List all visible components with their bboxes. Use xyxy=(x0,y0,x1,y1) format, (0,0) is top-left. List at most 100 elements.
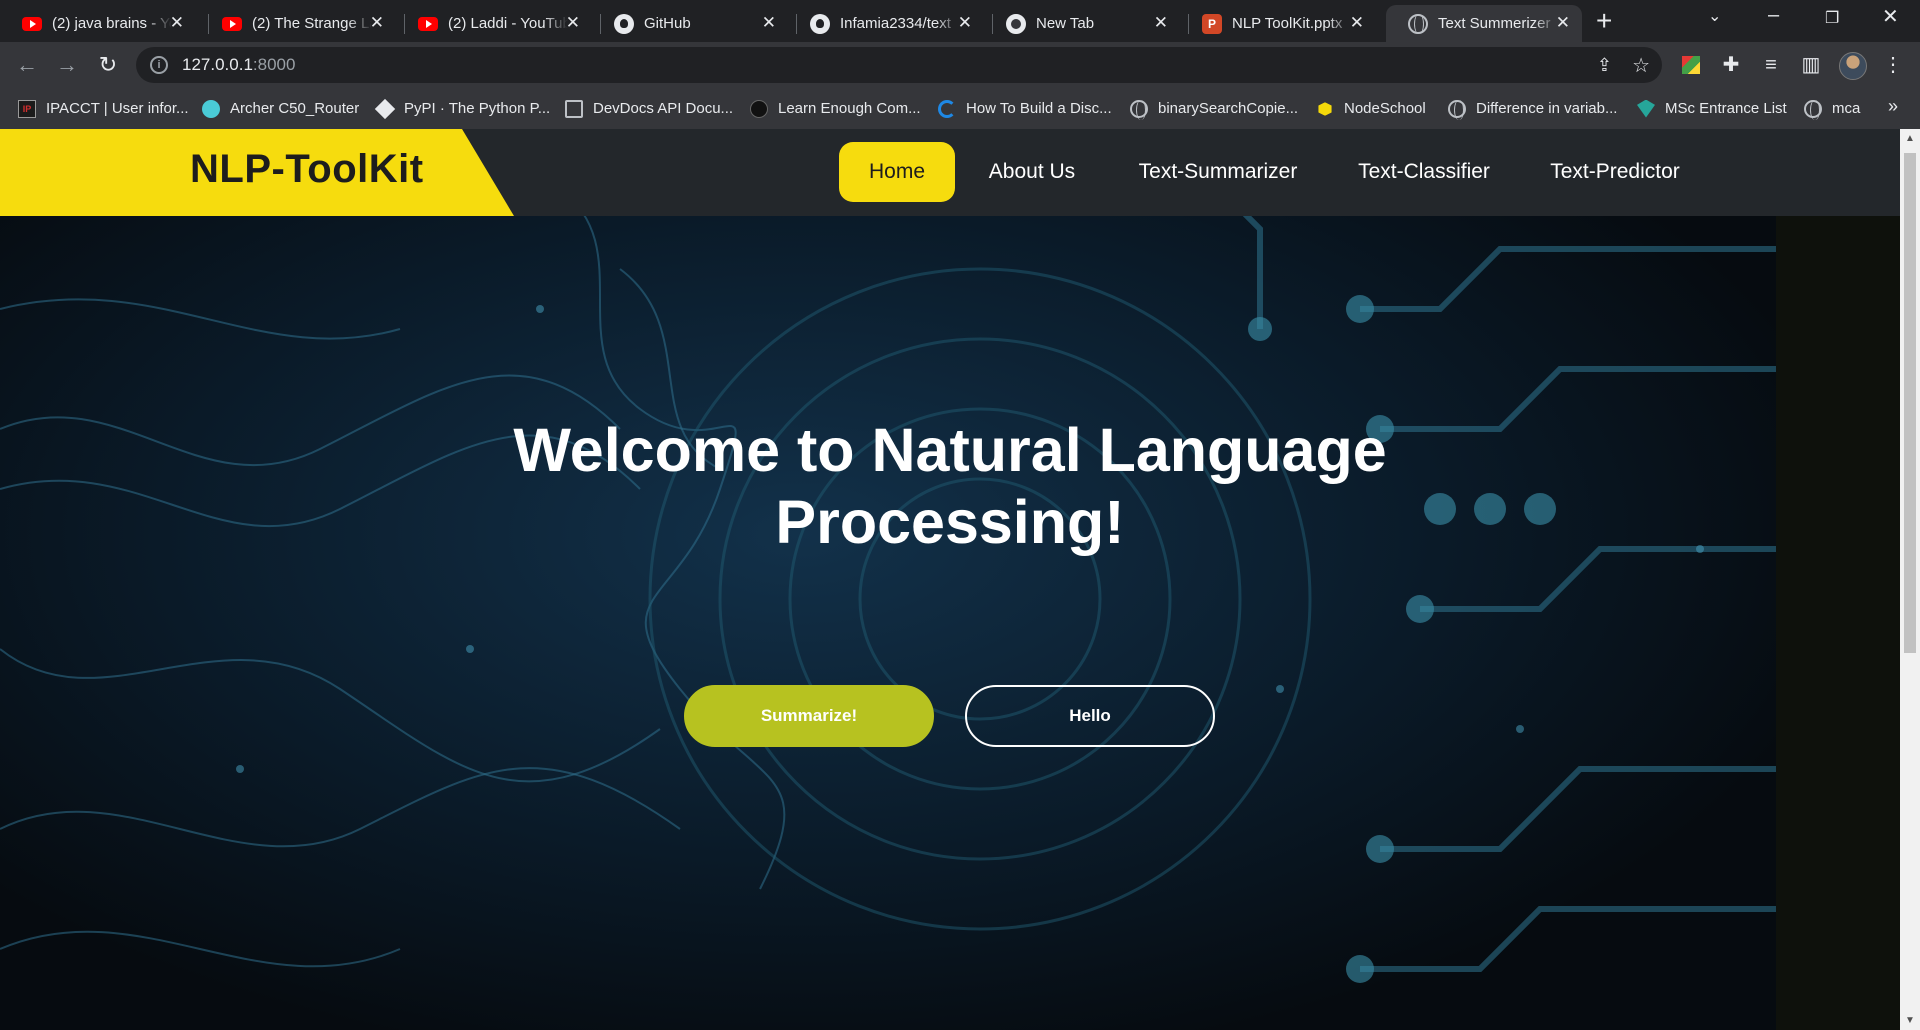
close-icon[interactable]: ✕ xyxy=(1556,13,1570,33)
browser-tab[interactable]: (2) Laddi - YouTube ✕ xyxy=(396,5,592,42)
close-icon[interactable]: ✕ xyxy=(566,13,580,33)
site-brand-logo[interactable]: NLP-ToolKit xyxy=(190,147,424,192)
close-icon[interactable]: ✕ xyxy=(762,13,776,33)
back-icon[interactable]: ← xyxy=(12,50,42,80)
hero-title: Welcome to Natural Language Processing! xyxy=(380,414,1520,558)
browser-tab[interactable]: (2) java brains - Yo ✕ xyxy=(0,5,196,42)
tab-strip: (2) java brains - Yo ✕ (2) The Strange L… xyxy=(0,0,1920,42)
discord-icon xyxy=(938,99,956,118)
extension-colorful-icon[interactable] xyxy=(1676,50,1706,80)
close-icon[interactable]: ✕ xyxy=(170,13,184,33)
globe-icon xyxy=(1130,99,1148,120)
browser-tab[interactable]: GitHub ✕ xyxy=(592,5,788,42)
bookmark-item[interactable]: Difference in variab... xyxy=(1448,99,1618,120)
bookmark-item[interactable]: Learn Enough Com... xyxy=(750,99,921,118)
github-icon xyxy=(810,13,830,34)
close-icon[interactable]: ✕ xyxy=(1350,13,1364,33)
bookmark-item[interactable]: mca xyxy=(1804,99,1860,120)
bookmark-label: NodeSchool xyxy=(1344,100,1426,117)
scrollbar-thumb[interactable] xyxy=(1904,153,1916,653)
close-icon[interactable]: ✕ xyxy=(958,13,972,33)
hero-title-line-2: Processing! xyxy=(775,488,1125,556)
youtube-icon xyxy=(22,14,42,34)
globe-icon xyxy=(1448,99,1466,120)
close-icon[interactable]: ✕ xyxy=(1154,13,1168,33)
bookmark-item[interactable]: How To Build a Disc... xyxy=(938,99,1112,118)
bookmark-item[interactable]: DevDocs API Docu... xyxy=(565,99,734,118)
bookmark-item[interactable]: MSc Entrance List xyxy=(1637,99,1787,118)
nav-about-us[interactable]: About Us xyxy=(975,142,1089,202)
bookmark-label: DevDocs API Docu... xyxy=(593,100,734,117)
share-icon[interactable]: ⇪ xyxy=(1597,55,1612,76)
globe-icon xyxy=(1804,99,1822,120)
bookmarks-bar: IP IPACCT | User infor... Archer C50_Rou… xyxy=(0,88,1920,129)
youtube-icon xyxy=(222,14,242,34)
tplink-icon xyxy=(202,99,220,118)
bookmark-label: IPACCT | User infor... xyxy=(46,100,189,117)
browser-tab-active[interactable]: Text Summerizer ✕ xyxy=(1386,5,1582,42)
github-icon xyxy=(614,13,634,34)
browser-tab[interactable]: Infamia2334/text ✕ xyxy=(788,5,984,42)
bookmark-item[interactable]: IP IPACCT | User infor... xyxy=(18,99,189,118)
bookmarks-overflow-icon[interactable]: » xyxy=(1888,96,1898,117)
ipacct-icon: IP xyxy=(18,99,36,118)
bookmark-item[interactable]: PyPI · The Python P... xyxy=(374,98,551,119)
menu-kebab-icon[interactable]: ⋮ xyxy=(1878,50,1908,80)
forward-icon[interactable]: → xyxy=(52,50,82,80)
summarize-button[interactable]: Summarize! xyxy=(684,685,934,747)
tab-title: (2) java brains - Yo xyxy=(52,15,172,32)
bookmark-label: Archer C50_Router xyxy=(230,100,360,117)
bookmark-label: Difference in variab... xyxy=(1476,100,1618,117)
hero-title-line-1: Welcome to Natural Language xyxy=(513,416,1387,484)
nodeschool-icon xyxy=(1318,101,1332,116)
window-close-icon[interactable]: ✕ xyxy=(1882,4,1899,29)
address-bar[interactable]: i 127.0.0.1:8000 ⇪ ☆ xyxy=(136,47,1662,83)
tab-title: (2) Laddi - YouTube xyxy=(448,15,568,32)
scroll-down-icon[interactable]: ▼ xyxy=(1905,1015,1915,1026)
profile-avatar[interactable] xyxy=(1839,52,1867,80)
url-text: 127.0.0.1:8000 xyxy=(182,55,296,74)
bookmark-label: PyPI · The Python P... xyxy=(404,100,551,117)
bookmark-item[interactable]: binarySearchCopie... xyxy=(1130,99,1299,120)
nav-text-predictor[interactable]: Text-Predictor xyxy=(1540,142,1690,202)
media-queue-icon[interactable]: ≡ xyxy=(1756,50,1786,80)
chrome-icon xyxy=(1006,13,1026,34)
nav-text-classifier[interactable]: Text-Classifier xyxy=(1344,142,1504,202)
restore-icon[interactable]: ❐ xyxy=(1825,8,1839,28)
site-navbar: NLP-ToolKit Home About Us Text-Summarize… xyxy=(0,129,1900,216)
nav-home[interactable]: Home xyxy=(839,142,955,202)
page-viewport: NLP-ToolKit Home About Us Text-Summarize… xyxy=(0,129,1920,1030)
bookmark-item[interactable]: NodeSchool xyxy=(1316,100,1426,118)
bookmark-label: binarySearchCopie... xyxy=(1158,100,1299,117)
side-panel-icon[interactable]: ▥ xyxy=(1796,50,1826,80)
reload-icon[interactable]: ↻ xyxy=(93,50,123,80)
msc-icon xyxy=(1637,99,1655,118)
globe-icon xyxy=(1408,13,1428,34)
scroll-up-icon[interactable]: ▲ xyxy=(1905,133,1915,144)
bookmark-star-icon[interactable]: ☆ xyxy=(1632,53,1650,78)
hero-section: NLP-ToolKit Home About Us Text-Summarize… xyxy=(0,129,1900,1030)
circuit-brain-background xyxy=(0,129,1776,1030)
browser-tab[interactable]: P NLP ToolKit.pptx ✕ xyxy=(1180,5,1376,42)
page-scrollbar[interactable]: ▲ ▼ xyxy=(1900,129,1920,1030)
tab-title: NLP ToolKit.pptx xyxy=(1232,15,1343,32)
hero-side-panel xyxy=(1776,216,1900,1030)
browser-tab[interactable]: (2) The Strange La ✕ xyxy=(200,5,396,42)
tab-title: GitHub xyxy=(644,15,691,32)
extensions-puzzle-icon[interactable]: ✚ xyxy=(1716,50,1746,80)
tab-title: Infamia2334/text xyxy=(840,15,951,32)
site-info-icon[interactable]: i xyxy=(150,56,168,74)
tab-title: New Tab xyxy=(1036,15,1095,32)
powerpoint-icon: P xyxy=(1202,13,1222,34)
tab-search-icon[interactable]: ⌄ xyxy=(1708,6,1721,26)
new-tab-button[interactable]: + xyxy=(1596,6,1612,36)
nav-text-summarizer[interactable]: Text-Summarizer xyxy=(1118,142,1318,202)
minimize-icon[interactable]: – xyxy=(1768,4,1779,27)
hello-button[interactable]: Hello xyxy=(965,685,1215,747)
close-icon[interactable]: ✕ xyxy=(370,13,384,33)
pypi-icon xyxy=(374,98,396,119)
tab-title: Text Summerizer xyxy=(1438,15,1551,32)
bookmark-label: Learn Enough Com... xyxy=(778,100,921,117)
bookmark-item[interactable]: Archer C50_Router xyxy=(202,99,360,118)
browser-tab[interactable]: New Tab ✕ xyxy=(984,5,1180,42)
